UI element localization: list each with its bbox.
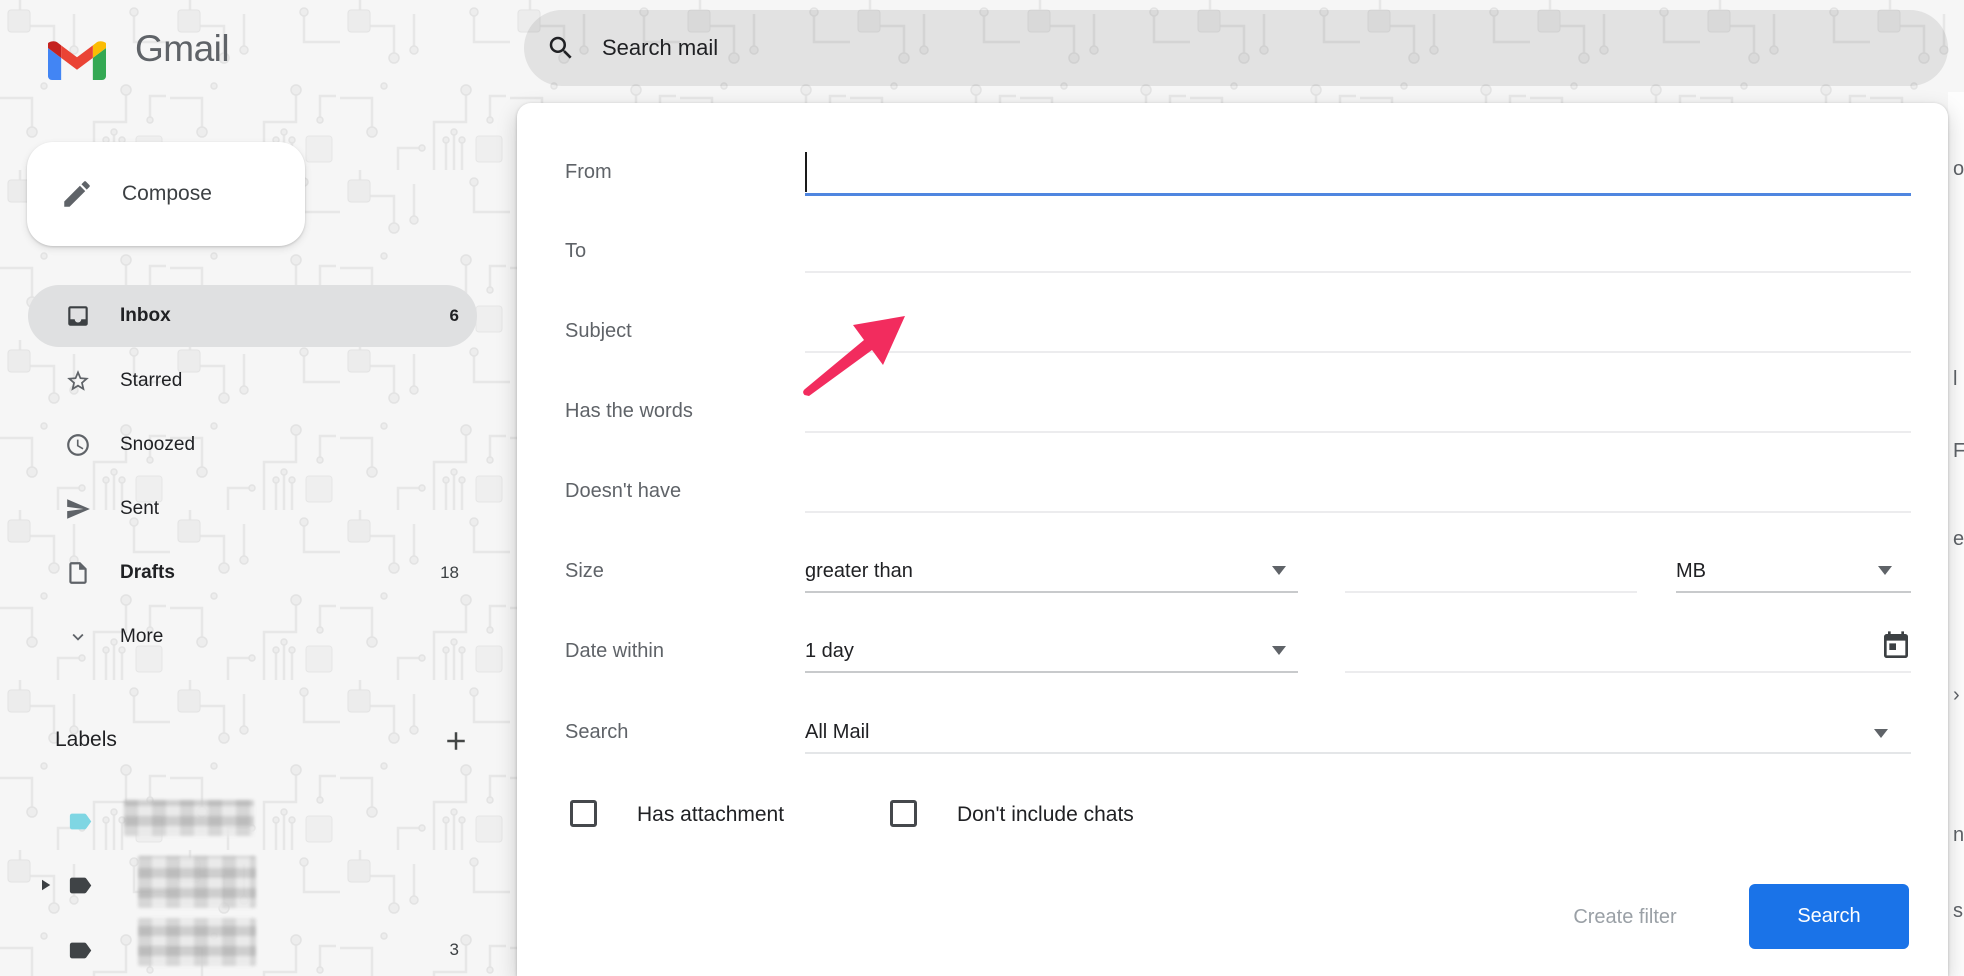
search-scope-dropdown-arrow-icon[interactable] — [1874, 729, 1888, 738]
redacted-label-name — [124, 800, 254, 836]
to-field-label: To — [565, 240, 586, 263]
has-attachment-label: Has attachment — [637, 803, 784, 827]
size-field-label: Size — [565, 560, 604, 583]
text-cursor — [805, 152, 807, 192]
label-count: 3 — [450, 940, 459, 960]
cutoff-text-fragment: o — [1953, 158, 1964, 181]
sidebar-item-more[interactable]: More — [28, 606, 477, 668]
label-tag-icon — [65, 872, 95, 899]
dont-include-chats-checkbox[interactable] — [890, 800, 917, 827]
search-button[interactable]: Search — [1749, 884, 1909, 949]
cutoff-text-fragment: F — [1953, 440, 1964, 463]
gmail-logo-icon — [48, 36, 106, 81]
sidebar-item-starred[interactable]: Starred — [28, 350, 477, 412]
compose-label: Compose — [122, 182, 212, 206]
sidebar-item-label: Inbox — [120, 305, 450, 327]
sidebar-item-sent[interactable]: Sent — [28, 478, 477, 540]
cutoff-text-fragment: › — [1953, 684, 1960, 707]
cutoff-text-fragment: s — [1953, 900, 1963, 923]
create-filter-button[interactable]: Create filter — [1540, 890, 1710, 944]
sidebar-item-label: Drafts — [120, 562, 440, 584]
compose-button[interactable]: Compose — [27, 142, 305, 246]
date-within-field-label: Date within — [565, 640, 664, 663]
has-words-input[interactable] — [805, 388, 1911, 434]
date-within-dropdown-arrow-icon[interactable] — [1272, 646, 1286, 655]
size-unit-dropdown-arrow-icon[interactable] — [1878, 566, 1892, 575]
redacted-label-name — [138, 856, 256, 908]
sidebar-item-label: Sent — [120, 498, 459, 520]
doesnt-have-field-label: Doesn't have — [565, 480, 681, 503]
clock-icon — [65, 432, 91, 458]
doesnt-have-input[interactable] — [805, 468, 1911, 514]
add-label-icon[interactable] — [441, 726, 471, 756]
sidebar-item-inbox[interactable]: Inbox 6 — [28, 285, 477, 347]
inbox-icon — [65, 303, 91, 329]
date-within-select[interactable]: 1 day — [805, 640, 854, 663]
chevron-down-icon — [67, 626, 89, 648]
search-scope-select[interactable]: All Mail — [805, 721, 869, 744]
unread-count: 6 — [450, 306, 459, 326]
gmail-app: o l F e › n s Gmail Search mail Compose … — [0, 0, 1964, 976]
cutoff-text-fragment: l — [1953, 368, 1957, 391]
size-value-input[interactable] — [1345, 556, 1637, 592]
has-attachment-checkbox[interactable] — [570, 800, 597, 827]
sidebar-item-label: More — [120, 626, 459, 648]
star-icon — [65, 368, 91, 394]
size-operator-dropdown-arrow-icon[interactable] — [1272, 566, 1286, 575]
draft-file-icon — [65, 560, 91, 586]
from-input-focused-underline — [805, 193, 1911, 196]
subject-input[interactable] — [805, 308, 1911, 354]
annotation-arrow — [790, 300, 920, 410]
from-input[interactable] — [805, 150, 1911, 196]
sidebar-item-snoozed[interactable]: Snoozed — [28, 414, 477, 476]
cutoff-text-fragment: e — [1953, 528, 1964, 551]
labels-section-header: Labels — [55, 728, 475, 752]
sidebar-item-label: Starred — [120, 370, 459, 392]
to-input[interactable] — [805, 228, 1911, 274]
redacted-label-name — [138, 918, 256, 966]
label-tag-icon — [65, 808, 95, 835]
pencil-icon — [60, 177, 94, 211]
sidebar-item-drafts[interactable]: Drafts 18 — [28, 542, 477, 604]
search-mail-placeholder: Search mail — [602, 35, 718, 61]
draft-count: 18 — [440, 563, 459, 583]
sidebar-item-label: Snoozed — [120, 434, 459, 456]
size-unit-select[interactable]: MB — [1676, 560, 1706, 583]
size-operator-select[interactable]: greater than — [805, 560, 913, 583]
date-input[interactable] — [1345, 630, 1911, 670]
expand-triangle-icon[interactable] — [36, 876, 54, 894]
search-scope-field-label: Search — [565, 721, 628, 744]
from-field-label: From — [565, 161, 612, 184]
send-icon — [65, 496, 91, 522]
gmail-wordmark: Gmail — [135, 28, 229, 70]
labels-title: Labels — [55, 728, 117, 752]
label-tag-icon — [65, 937, 95, 964]
dont-include-chats-label: Don't include chats — [957, 803, 1134, 827]
cutoff-text-fragment: n — [1953, 824, 1964, 847]
subject-field-label: Subject — [565, 320, 632, 343]
search-mail-bar[interactable]: Search mail — [524, 10, 1948, 86]
has-words-field-label: Has the words — [565, 400, 693, 423]
calendar-icon[interactable] — [1880, 630, 1912, 662]
search-icon — [546, 33, 576, 63]
